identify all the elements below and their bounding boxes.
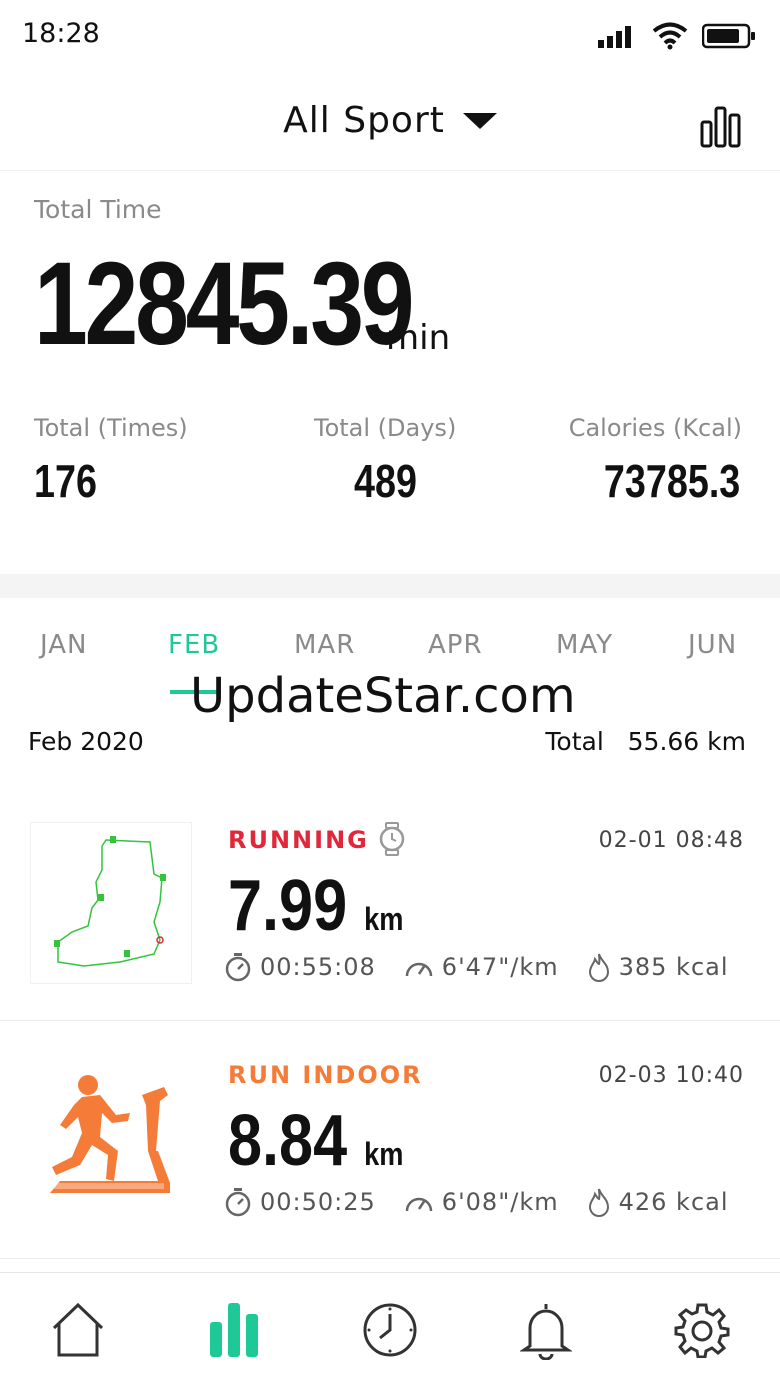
month-tab-jun[interactable]: JUN [688,630,737,660]
status-icons [598,22,756,50]
duration-value: 00:55:08 [260,953,376,981]
total-time-label: Total Time [34,195,162,224]
activity-item[interactable]: RUNNING 02-01 08:48 7.99 km 00:55:08 6'4… [0,800,780,1035]
total-times-value: 176 [34,455,97,507]
duration-stat: 00:55:08 [224,952,376,982]
month-tab-mar[interactable]: MAR [294,630,355,660]
month-tab-jan[interactable]: JAN [40,630,87,660]
watch-icon [379,822,405,856]
watermark: UpdateStar.com [190,668,576,724]
flame-icon [588,1188,609,1217]
calories-value: 426 kcal [618,1188,729,1216]
nav-settings[interactable] [662,1290,742,1370]
route-map-thumbnail [30,822,192,984]
list-divider [0,1258,780,1259]
bell-icon [520,1304,572,1360]
caret-down-icon [462,112,497,129]
activity-stats: 00:50:25 6'08"/km 426 kcal [224,1187,729,1217]
signal-icon [598,26,631,48]
activity-type: RUNNING [228,826,369,854]
sport-filter-dropdown[interactable]: All Sport [283,100,497,141]
gear-icon [674,1303,730,1358]
calories-stat: 426 kcal [587,1187,729,1217]
activity-item[interactable]: RUN INDOOR 02-03 10:40 8.84 km 00:50:25 … [0,1035,780,1270]
clock-icon [363,1303,417,1357]
treadmill-runner-icon [50,1075,170,1193]
month-tab-may[interactable]: MAY [556,630,613,660]
home-icon [52,1302,104,1357]
status-time: 18:28 [22,18,100,49]
activity-distance: 8.84 km [228,1105,403,1177]
activity-distance-unit: km [364,1136,404,1172]
activity-distance-value: 7.99 [228,866,348,946]
total-days-value: 489 [354,455,417,507]
activity-stats: 00:55:08 6'47"/km 385 kcal [224,952,729,982]
header: All Sport [0,100,780,141]
calories-stat: 385 kcal [587,952,729,982]
calories-value: 73785.3 [603,455,740,507]
list-divider [0,1020,780,1021]
duration-value: 00:50:25 [260,1188,376,1216]
speedometer-icon [405,962,433,977]
pace-value: 6'08"/km [441,1188,559,1216]
nav-home[interactable] [38,1290,118,1370]
speedometer-icon [405,1197,433,1212]
activity-distance-unit: km [364,901,404,937]
pace-stat: 6'08"/km [404,1187,559,1217]
nav-stats[interactable] [194,1290,274,1370]
pace-stat: 6'47"/km [404,952,559,982]
wifi-icon [652,22,688,50]
activity-date: 02-03 10:40 [598,1063,744,1088]
total-days-label: Total (Days) [314,414,457,442]
total-time-value: 12845.39 [34,238,415,370]
nav-history[interactable] [350,1290,430,1370]
month-tab-apr[interactable]: APR [428,630,483,660]
period-total-prefix: Total [545,727,604,756]
sport-filter-label: All Sport [283,100,445,141]
activity-distance-value: 8.84 [228,1101,348,1181]
stopwatch-icon [225,953,251,982]
section-separator [0,574,780,598]
nav-notifications[interactable] [506,1290,586,1370]
battery-icon [702,23,755,49]
duration-stat: 00:50:25 [224,1187,376,1217]
month-tab-feb[interactable]: FEB [168,630,220,660]
header-divider [0,170,780,171]
calories-label: Calories (Kcal) [568,414,742,442]
activity-date: 02-01 08:48 [598,828,744,853]
period-total: Total 55.66 km [545,727,746,756]
calories-value: 385 kcal [618,953,729,981]
total-times-label: Total (Times) [34,414,188,442]
pace-value: 6'47"/km [441,953,559,981]
stopwatch-icon [225,1188,251,1217]
period-total-value: 55.66 km [627,727,746,756]
period-label: Feb 2020 [28,727,144,756]
activity-type: RUN INDOOR [228,1061,423,1089]
bottom-nav [0,1272,780,1387]
total-time-unit: min [386,318,451,358]
chart-bars-icon[interactable] [700,104,742,148]
activity-distance: 7.99 km [228,870,403,942]
stats-icon [210,1303,258,1357]
flame-icon [588,953,609,982]
